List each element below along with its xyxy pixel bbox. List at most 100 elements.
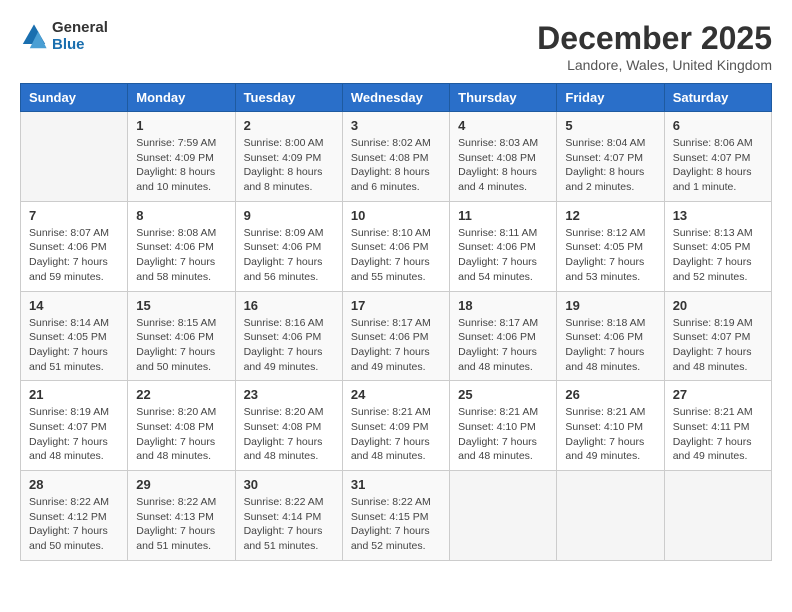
day-cell: 15 Sunrise: 8:15 AM Sunset: 4:06 PM Dayli… <box>128 291 235 381</box>
day-cell: 9 Sunrise: 8:09 AM Sunset: 4:06 PM Daylig… <box>235 201 342 291</box>
day-number: 31 <box>351 477 441 492</box>
day-number: 25 <box>458 387 548 402</box>
day-number: 24 <box>351 387 441 402</box>
day-info: Sunrise: 8:22 AM Sunset: 4:14 PM Dayligh… <box>244 495 334 554</box>
day-cell: 21Sunrise: 8:19 AM Sunset: 4:07 PM Dayli… <box>21 381 128 471</box>
day-info: Sunrise: 8:03 AM Sunset: 4:08 PM Dayligh… <box>458 136 548 195</box>
day-number: 26 <box>565 387 655 402</box>
day-info: Sunrise: 8:19 AM Sunset: 4:07 PM Dayligh… <box>673 316 763 375</box>
day-number: 22 <box>136 387 226 402</box>
weekday-header-saturday: Saturday <box>664 84 771 112</box>
calendar-table: SundayMondayTuesdayWednesdayThursdayFrid… <box>20 83 772 561</box>
day-info: Sunrise: 8:21 AM Sunset: 4:09 PM Dayligh… <box>351 405 441 464</box>
weekday-header-tuesday: Tuesday <box>235 84 342 112</box>
day-cell <box>664 471 771 561</box>
day-info: Sunrise: 8:18 AM Sunset: 4:06 PM Dayligh… <box>565 316 655 375</box>
day-number: 16 <box>244 298 334 313</box>
day-number: 15 <box>136 298 226 313</box>
day-number: 4 <box>458 118 548 133</box>
day-cell <box>557 471 664 561</box>
day-info: Sunrise: 8:20 AM Sunset: 4:08 PM Dayligh… <box>136 405 226 464</box>
day-number: 21 <box>29 387 119 402</box>
day-info: Sunrise: 8:08 AM Sunset: 4:06 PM Dayligh… <box>136 226 226 285</box>
logo-blue-text: Blue <box>52 37 108 54</box>
day-number: 9 <box>244 208 334 223</box>
day-info: Sunrise: 8:14 AM Sunset: 4:05 PM Dayligh… <box>29 316 119 375</box>
day-cell: 6 Sunrise: 8:06 AM Sunset: 4:07 PM Daylig… <box>664 112 771 202</box>
day-number: 7 <box>29 208 119 223</box>
day-cell: 2Sunrise: 8:00 AM Sunset: 4:09 PM Daylig… <box>235 112 342 202</box>
logo: General Blue <box>20 20 108 53</box>
weekday-header-row: SundayMondayTuesdayWednesdayThursdayFrid… <box>21 84 772 112</box>
day-info: Sunrise: 8:17 AM Sunset: 4:06 PM Dayligh… <box>351 316 441 375</box>
day-cell: 25 Sunrise: 8:21 AM Sunset: 4:10 PM Dayli… <box>450 381 557 471</box>
day-info: Sunrise: 8:00 AM Sunset: 4:09 PM Dayligh… <box>244 136 334 195</box>
logo-text: General Blue <box>52 20 108 53</box>
day-cell: 11 Sunrise: 8:11 AM Sunset: 4:06 PM Dayli… <box>450 201 557 291</box>
week-row-4: 21Sunrise: 8:19 AM Sunset: 4:07 PM Dayli… <box>21 381 772 471</box>
day-number: 3 <box>351 118 441 133</box>
weekday-header-monday: Monday <box>128 84 235 112</box>
weekday-header-thursday: Thursday <box>450 84 557 112</box>
page-header: General Blue December 2025 Landore, Wale… <box>20 20 772 73</box>
day-info: Sunrise: 8:02 AM Sunset: 4:08 PM Dayligh… <box>351 136 441 195</box>
day-cell: 4 Sunrise: 8:03 AM Sunset: 4:08 PM Daylig… <box>450 112 557 202</box>
day-cell: 7Sunrise: 8:07 AM Sunset: 4:06 PM Daylig… <box>21 201 128 291</box>
day-number: 6 <box>673 118 763 133</box>
day-info: Sunrise: 8:21 AM Sunset: 4:10 PM Dayligh… <box>565 405 655 464</box>
day-cell <box>21 112 128 202</box>
title-block: December 2025 Landore, Wales, United Kin… <box>537 20 772 73</box>
week-row-1: 1Sunrise: 7:59 AM Sunset: 4:09 PM Daylig… <box>21 112 772 202</box>
day-info: Sunrise: 8:21 AM Sunset: 4:11 PM Dayligh… <box>673 405 763 464</box>
day-number: 23 <box>244 387 334 402</box>
day-number: 14 <box>29 298 119 313</box>
day-info: Sunrise: 8:11 AM Sunset: 4:06 PM Dayligh… <box>458 226 548 285</box>
location-text: Landore, Wales, United Kingdom <box>537 57 772 73</box>
day-number: 5 <box>565 118 655 133</box>
day-cell: 8 Sunrise: 8:08 AM Sunset: 4:06 PM Daylig… <box>128 201 235 291</box>
weekday-header-friday: Friday <box>557 84 664 112</box>
day-cell: 30 Sunrise: 8:22 AM Sunset: 4:14 PM Dayli… <box>235 471 342 561</box>
day-info: Sunrise: 8:04 AM Sunset: 4:07 PM Dayligh… <box>565 136 655 195</box>
day-cell: 12Sunrise: 8:12 AM Sunset: 4:05 PM Dayli… <box>557 201 664 291</box>
day-cell: 26 Sunrise: 8:21 AM Sunset: 4:10 PM Dayli… <box>557 381 664 471</box>
day-number: 27 <box>673 387 763 402</box>
week-row-5: 28 Sunrise: 8:22 AM Sunset: 4:12 PM Dayli… <box>21 471 772 561</box>
day-number: 8 <box>136 208 226 223</box>
day-number: 18 <box>458 298 548 313</box>
day-info: Sunrise: 8:22 AM Sunset: 4:12 PM Dayligh… <box>29 495 119 554</box>
day-info: Sunrise: 8:06 AM Sunset: 4:07 PM Dayligh… <box>673 136 763 195</box>
day-number: 28 <box>29 477 119 492</box>
day-info: Sunrise: 8:22 AM Sunset: 4:13 PM Dayligh… <box>136 495 226 554</box>
day-cell: 20Sunrise: 8:19 AM Sunset: 4:07 PM Dayli… <box>664 291 771 381</box>
week-row-3: 14 Sunrise: 8:14 AM Sunset: 4:05 PM Dayli… <box>21 291 772 381</box>
week-row-2: 7Sunrise: 8:07 AM Sunset: 4:06 PM Daylig… <box>21 201 772 291</box>
day-cell: 1Sunrise: 7:59 AM Sunset: 4:09 PM Daylig… <box>128 112 235 202</box>
day-number: 19 <box>565 298 655 313</box>
day-cell: 28 Sunrise: 8:22 AM Sunset: 4:12 PM Dayli… <box>21 471 128 561</box>
logo-general-text: General <box>52 20 108 37</box>
day-info: Sunrise: 8:22 AM Sunset: 4:15 PM Dayligh… <box>351 495 441 554</box>
day-cell: 27 Sunrise: 8:21 AM Sunset: 4:11 PM Dayli… <box>664 381 771 471</box>
day-cell: 13 Sunrise: 8:13 AM Sunset: 4:05 PM Dayli… <box>664 201 771 291</box>
day-info: Sunrise: 8:15 AM Sunset: 4:06 PM Dayligh… <box>136 316 226 375</box>
day-cell <box>450 471 557 561</box>
day-cell: 23 Sunrise: 8:20 AM Sunset: 4:08 PM Dayli… <box>235 381 342 471</box>
day-info: Sunrise: 8:09 AM Sunset: 4:06 PM Dayligh… <box>244 226 334 285</box>
day-info: Sunrise: 7:59 AM Sunset: 4:09 PM Dayligh… <box>136 136 226 195</box>
day-cell: 14 Sunrise: 8:14 AM Sunset: 4:05 PM Dayli… <box>21 291 128 381</box>
day-number: 11 <box>458 208 548 223</box>
day-cell: 16 Sunrise: 8:16 AM Sunset: 4:06 PM Dayli… <box>235 291 342 381</box>
day-info: Sunrise: 8:13 AM Sunset: 4:05 PM Dayligh… <box>673 226 763 285</box>
day-info: Sunrise: 8:16 AM Sunset: 4:06 PM Dayligh… <box>244 316 334 375</box>
day-info: Sunrise: 8:20 AM Sunset: 4:08 PM Dayligh… <box>244 405 334 464</box>
day-info: Sunrise: 8:21 AM Sunset: 4:10 PM Dayligh… <box>458 405 548 464</box>
day-info: Sunrise: 8:10 AM Sunset: 4:06 PM Dayligh… <box>351 226 441 285</box>
day-number: 30 <box>244 477 334 492</box>
day-cell: 31 Sunrise: 8:22 AM Sunset: 4:15 PM Dayli… <box>342 471 449 561</box>
day-number: 13 <box>673 208 763 223</box>
day-cell: 10Sunrise: 8:10 AM Sunset: 4:06 PM Dayli… <box>342 201 449 291</box>
day-cell: 19 Sunrise: 8:18 AM Sunset: 4:06 PM Dayli… <box>557 291 664 381</box>
day-cell: 24 Sunrise: 8:21 AM Sunset: 4:09 PM Dayli… <box>342 381 449 471</box>
weekday-header-wednesday: Wednesday <box>342 84 449 112</box>
